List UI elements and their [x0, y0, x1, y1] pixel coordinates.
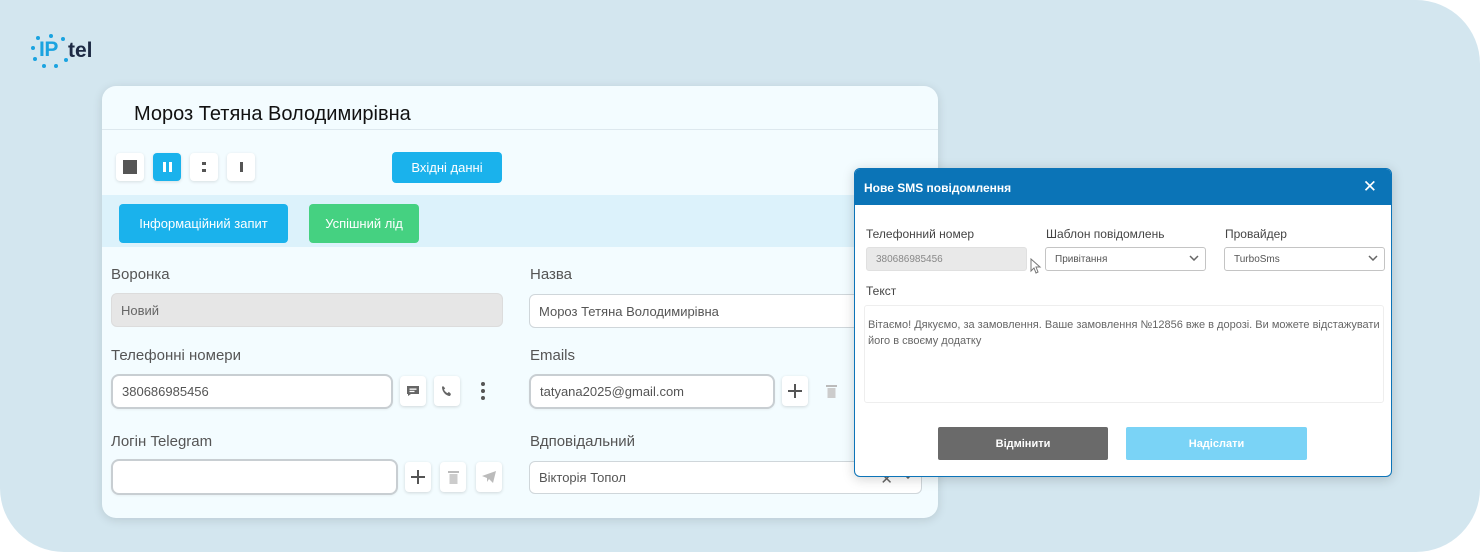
chevron-down-icon	[1189, 255, 1199, 261]
phone-input[interactable]: 380686985456	[111, 374, 393, 409]
add-email-button[interactable]	[782, 376, 808, 406]
stop-icon	[123, 160, 137, 174]
funnel-label: Воронка	[111, 266, 170, 283]
colon-button[interactable]	[190, 153, 218, 181]
more-vertical-icon	[481, 382, 485, 400]
delete-telegram-button[interactable]	[440, 462, 466, 492]
bar-button[interactable]	[227, 153, 255, 181]
iptel-logo: IP tel	[30, 34, 93, 68]
background: IP tel Мороз Тетяна Володимирівна Вхідні…	[0, 0, 1480, 552]
modal-title: Нове SMS повідомлення	[864, 181, 1012, 195]
call-button[interactable]	[434, 376, 460, 406]
telegram-label: Логін Telegram	[111, 433, 213, 450]
input-data-button[interactable]: Вхідні данні	[392, 152, 502, 183]
contact-name-title: Мороз Тетяна Володимирівна	[134, 103, 411, 125]
more-options-button[interactable]	[470, 376, 496, 406]
bar-icon	[239, 162, 243, 172]
funnel-field: Новий	[111, 293, 503, 327]
colon-icon	[202, 162, 206, 172]
plus-icon	[411, 470, 425, 484]
contact-card: Мороз Тетяна Володимирівна Вхідні данні …	[102, 86, 938, 518]
phone-number-label: Телефонний номер	[866, 227, 975, 241]
close-icon[interactable]: ✕	[1363, 178, 1377, 195]
message-icon	[407, 386, 419, 396]
telegram-input[interactable]	[111, 459, 398, 495]
template-label: Шаблон повідомлень	[1046, 227, 1165, 241]
phones-label: Телефонні номери	[111, 347, 242, 364]
send-telegram-button[interactable]	[476, 462, 502, 492]
sms-button[interactable]	[400, 376, 426, 406]
phone-number-field: 380686985456	[866, 247, 1027, 271]
responsible-label: Вдповідальний	[530, 433, 636, 450]
trash-icon	[825, 385, 837, 398]
chevron-down-icon	[1368, 255, 1378, 261]
email-input[interactable]: tatyana2025@gmail.com	[529, 374, 775, 409]
provider-label: Провайдер	[1225, 227, 1287, 241]
add-telegram-button[interactable]	[405, 462, 431, 492]
emails-label: Emails	[530, 347, 576, 364]
telegram-send-icon	[482, 471, 496, 483]
message-textarea[interactable]: Вітаємо! Дякуємо, за замовлення. Ваше за…	[864, 305, 1384, 403]
phone-icon	[442, 386, 451, 396]
stop-button[interactable]	[116, 153, 144, 181]
plus-icon	[788, 384, 802, 398]
pause-button[interactable]	[153, 153, 181, 181]
telegram-text-input[interactable]	[122, 469, 387, 485]
template-select[interactable]: Привітання	[1045, 247, 1206, 271]
mouse-cursor-icon	[1030, 258, 1042, 274]
iptel-logo-mark: IP	[30, 34, 72, 68]
info-request-button[interactable]: Інформаційний запит	[119, 204, 288, 243]
sms-modal: Нове SMS повідомлення ✕ Телефонний номер…	[854, 168, 1392, 477]
pause-icon	[162, 162, 172, 172]
title-label: Назва	[530, 266, 573, 283]
trash-icon	[447, 471, 459, 484]
cancel-button[interactable]: Відмінити	[938, 427, 1108, 460]
success-lead-button[interactable]: Успішний лід	[309, 204, 419, 243]
delete-email-button[interactable]	[818, 376, 844, 406]
provider-select[interactable]: TurboSms	[1224, 247, 1385, 271]
divider	[102, 129, 938, 130]
send-button[interactable]: Надіслати	[1126, 427, 1307, 460]
modal-header: Нове SMS повідомлення ✕	[855, 169, 1391, 205]
text-label: Текст	[866, 284, 897, 298]
